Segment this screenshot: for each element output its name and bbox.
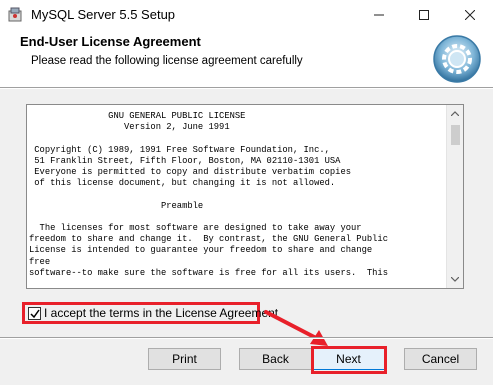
next-button-highlight (311, 346, 387, 374)
license-scrollbar[interactable] (446, 105, 463, 288)
license-text-box[interactable]: GNU GENERAL PUBLIC LICENSE Version 2, Ju… (26, 104, 464, 289)
accept-license-label[interactable]: I accept the terms in the License Agreem… (44, 306, 278, 320)
print-button[interactable]: Print (148, 348, 221, 370)
header-banner: End-User License Agreement Please read t… (0, 30, 493, 87)
close-icon (465, 10, 475, 20)
banner-divider-highlight (0, 88, 493, 89)
accept-license-checkbox[interactable] (28, 307, 41, 320)
page-subtitle: Please read the following license agreem… (31, 55, 303, 67)
close-button[interactable] (447, 0, 493, 30)
scroll-thumb[interactable] (451, 125, 460, 145)
installer-icon (8, 7, 22, 22)
maximize-icon (419, 10, 429, 20)
license-text: GNU GENERAL PUBLIC LICENSE Version 2, Ju… (29, 111, 388, 278)
gear-disc-icon (433, 35, 481, 83)
title-bar: MySQL Server 5.5 Setup (0, 0, 493, 30)
scroll-down-button[interactable] (447, 271, 463, 288)
back-button[interactable]: Back (239, 348, 312, 370)
scroll-up-button[interactable] (447, 105, 463, 122)
minimize-icon (374, 14, 384, 16)
chevron-down-icon (451, 277, 459, 282)
page-title: End-User License Agreement (20, 34, 201, 49)
maximize-button[interactable] (401, 0, 447, 30)
checkmark-icon (29, 309, 40, 318)
window-title: MySQL Server 5.5 Setup (31, 7, 176, 22)
footer-divider-highlight (0, 338, 493, 339)
chevron-up-icon (451, 111, 459, 116)
red-arrow-icon (264, 310, 328, 346)
accept-license-highlight: I accept the terms in the License Agreem… (22, 302, 278, 324)
minimize-button[interactable] (356, 0, 402, 30)
cancel-button[interactable]: Cancel (404, 348, 477, 370)
